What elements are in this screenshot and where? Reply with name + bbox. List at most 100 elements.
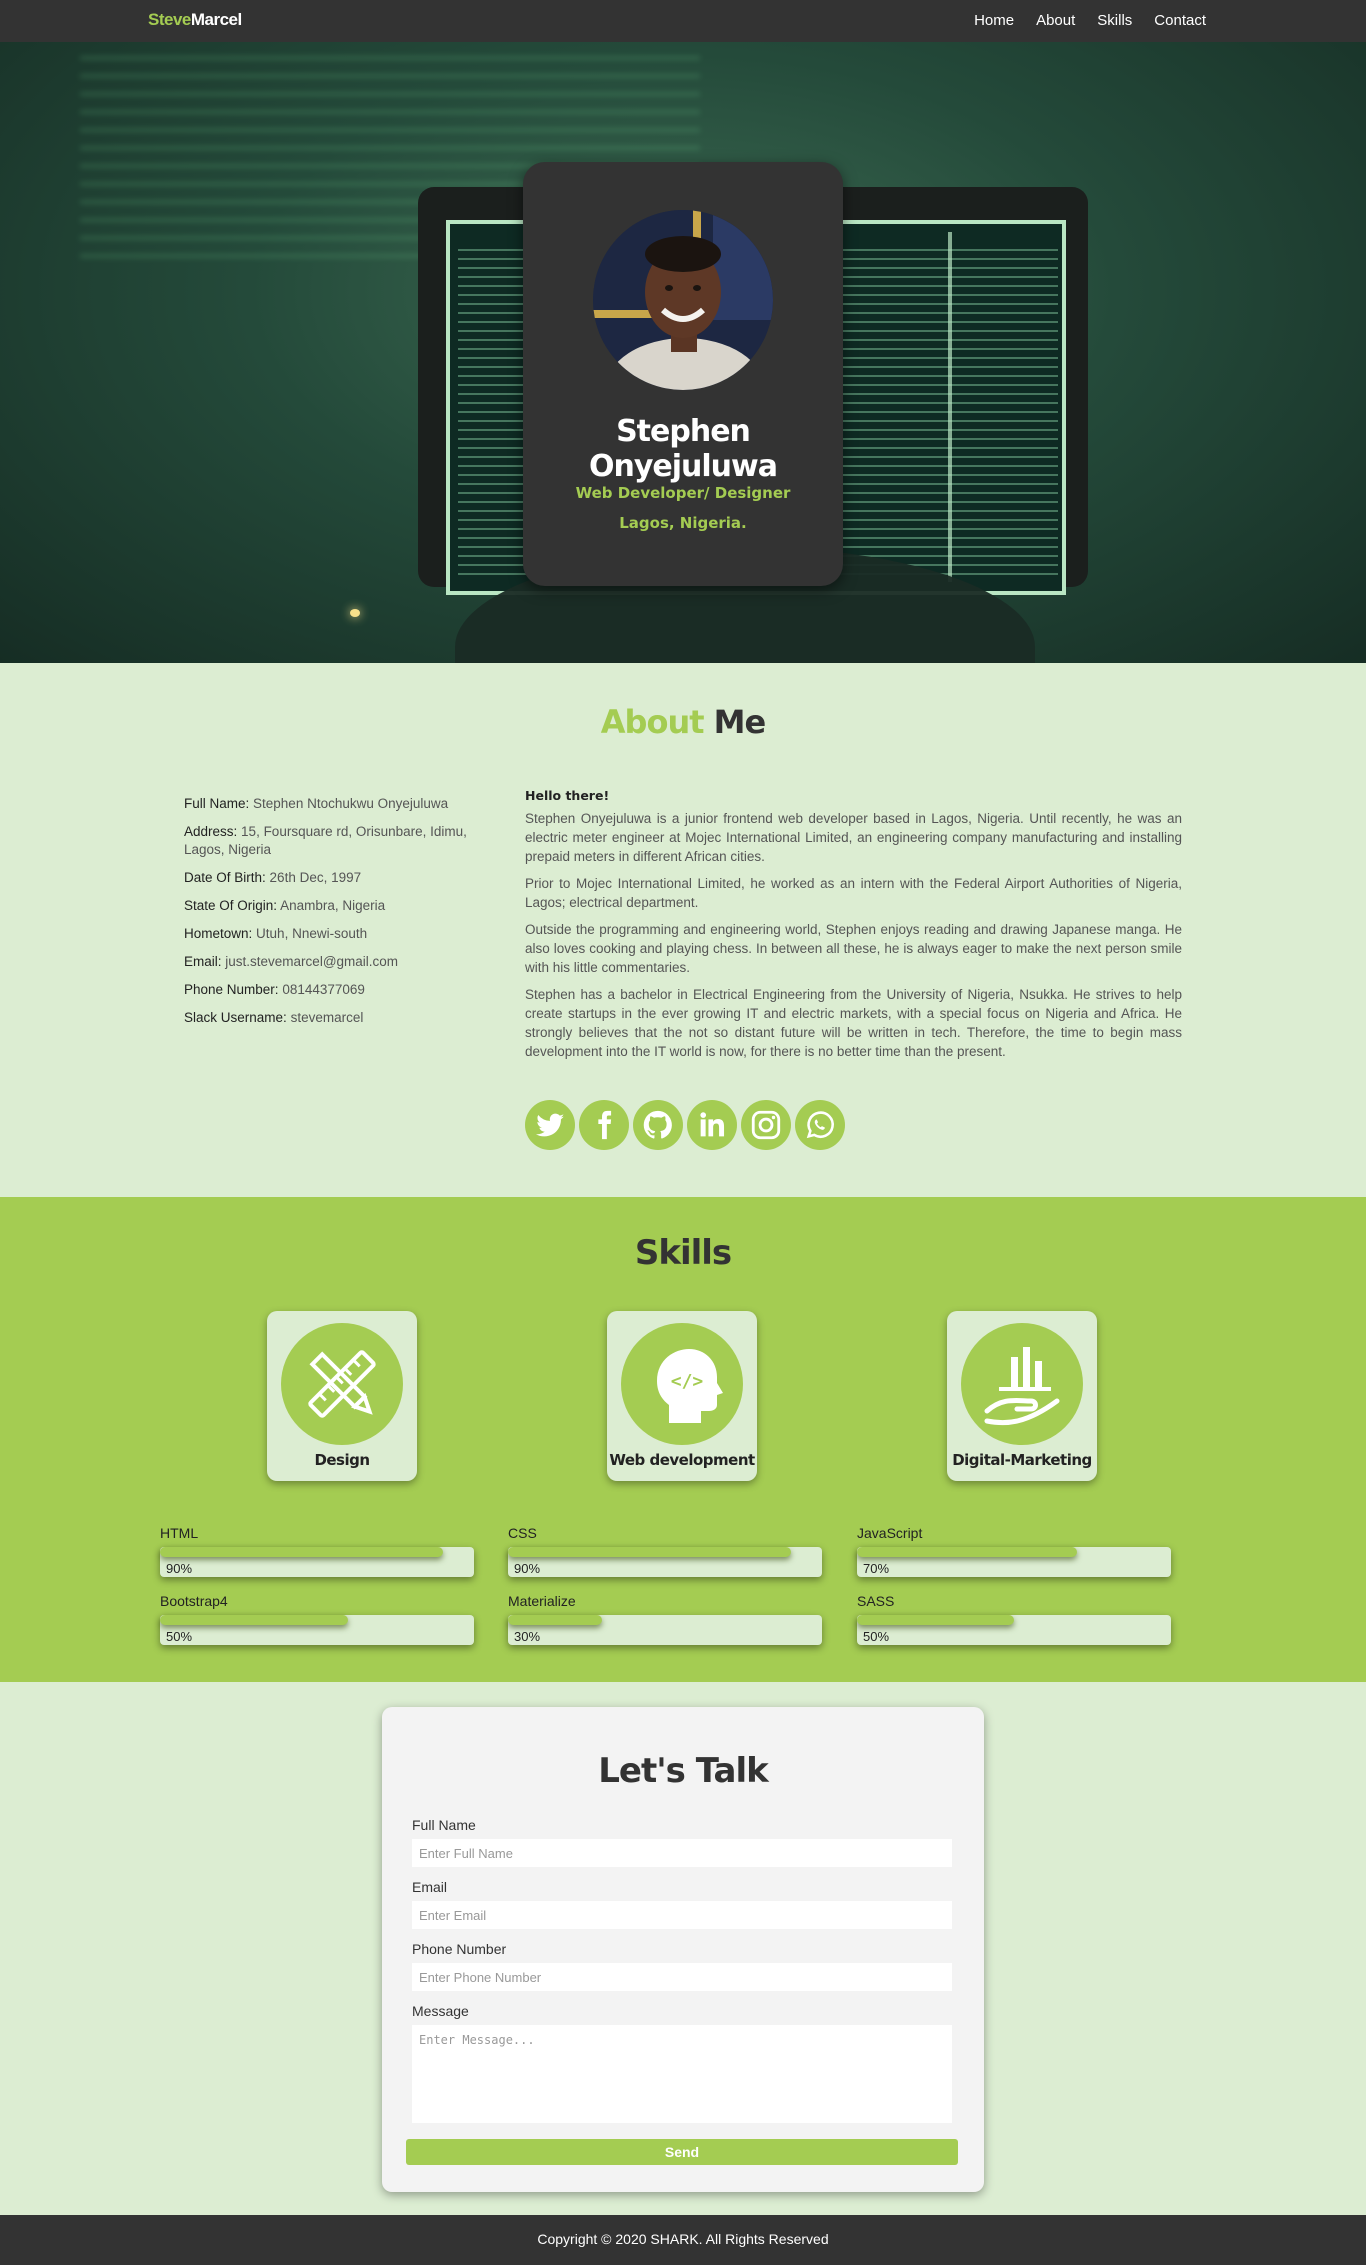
brand-second: Marcel	[190, 10, 242, 29]
skill-bar-name: Materialize	[508, 1593, 576, 1609]
github-icon[interactable]	[633, 1100, 683, 1150]
skill-bar-percent: 50%	[166, 1629, 193, 1644]
detail-row: Date Of Birth: 26th Dec, 1997	[184, 869, 484, 887]
skill-bar-track: 50%	[857, 1615, 1171, 1645]
skill-bar-track: 30%	[508, 1615, 822, 1645]
brand-first: Steve	[148, 10, 191, 29]
detail-value: 08144377069	[282, 982, 365, 997]
detail-key: Slack Username:	[184, 1010, 287, 1025]
about-title-first: About	[600, 703, 705, 741]
bio-paragraph: Stephen has a bachelor in Electrical Eng…	[525, 987, 1182, 1059]
bio-paragraph: Outside the programming and engineering …	[525, 922, 1182, 975]
send-button[interactable]: Send	[406, 2139, 958, 2165]
instagram-icon[interactable]	[741, 1100, 791, 1150]
skill-card-label: Web development	[609, 1451, 755, 1469]
nav-contact-link[interactable]: Contact	[1154, 12, 1206, 29]
personal-details: Full Name: Stephen Ntochukwu Onyejuluwa …	[184, 795, 484, 1037]
page: SteveMarcel Home About Skills Contact St…	[0, 0, 1366, 2265]
bio-paragraph: Stephen Onyejuluwa is a junior frontend …	[525, 811, 1182, 864]
detail-row: State Of Origin: Anambra, Nigeria	[184, 897, 484, 915]
contact-title: Let's Talk	[598, 1751, 768, 1791]
skill-bar-css: CSS 90%	[508, 1525, 822, 1577]
whatsapp-icon[interactable]	[795, 1100, 845, 1150]
skill-bar-fill	[857, 1615, 1014, 1625]
email-input[interactable]	[412, 1901, 952, 1929]
skill-bar-fill	[508, 1615, 603, 1625]
detail-value: 26th Dec, 1997	[269, 870, 362, 885]
skill-bar-fill	[160, 1615, 349, 1625]
full-name-input[interactable]	[412, 1839, 952, 1867]
skill-bar-percent: 50%	[863, 1629, 890, 1644]
detail-key: Hometown:	[184, 926, 253, 941]
email-label: Email	[412, 1879, 448, 1895]
social-links	[525, 1100, 845, 1150]
skill-card-digital-marketing: Digital-Marketing	[947, 1311, 1097, 1481]
detail-row: Hometown: Utuh, Nnewi-south	[184, 925, 484, 943]
skill-bar-percent: 70%	[863, 1561, 890, 1576]
twitter-icon[interactable]	[525, 1100, 575, 1150]
facebook-icon[interactable]	[579, 1100, 629, 1150]
skill-bar-sass: SASS 50%	[857, 1593, 1171, 1645]
skill-bar-percent: 90%	[514, 1561, 541, 1576]
hero-section: Stephen Onyejuluwa Web Developer/ Design…	[0, 42, 1366, 663]
hand-chart-icon	[961, 1323, 1083, 1445]
profile-card: Stephen Onyejuluwa Web Developer/ Design…	[523, 162, 843, 586]
phone-number-input[interactable]	[412, 1963, 952, 1991]
skill-bar-name: SASS	[857, 1593, 895, 1609]
detail-value: Anambra, Nigeria	[280, 898, 386, 913]
detail-value: just.stevemarcel@gmail.com	[225, 954, 399, 969]
brand-logo[interactable]: SteveMarcel	[148, 10, 242, 30]
footer-copyright: Copyright © 2020 SHARK. All Rights Reser…	[537, 2231, 829, 2247]
skill-bar-fill	[508, 1547, 791, 1557]
phone-number-label: Phone Number	[412, 1941, 507, 1957]
skill-bar-track: 50%	[160, 1615, 474, 1645]
linkedin-icon[interactable]	[687, 1100, 737, 1150]
detail-key: Date Of Birth:	[184, 870, 266, 885]
skill-bar-name: Bootstrap4	[160, 1593, 228, 1609]
contact-section: Let's Talk Full Name Email Phone Number …	[0, 1682, 1366, 2215]
detail-row: Phone Number: 08144377069	[184, 981, 484, 999]
about-title: About Me	[0, 703, 1366, 741]
detail-row: Address: 15, Foursquare rd, Orisunbare, …	[184, 823, 484, 859]
skill-card-web-development: </> Web development	[607, 1311, 757, 1481]
detail-key: Full Name:	[184, 796, 250, 811]
navbar: SteveMarcel Home About Skills Contact	[0, 0, 1366, 42]
footer: Copyright © 2020 SHARK. All Rights Reser…	[0, 2215, 1366, 2265]
skill-bar-percent: 30%	[514, 1629, 541, 1644]
profile-role: Web Developer/ Designer	[575, 484, 791, 502]
about-title-second: Me	[713, 703, 767, 741]
bio: Hello there! Stephen Onyejuluwa is a jun…	[525, 786, 1182, 1069]
design-tools-icon	[281, 1323, 403, 1445]
detail-key: Phone Number:	[184, 982, 279, 997]
detail-key: State Of Origin:	[184, 898, 278, 913]
skill-bar-percent: 90%	[166, 1561, 193, 1576]
detail-value: Utuh, Nnewi-south	[256, 926, 368, 941]
skill-bar-fill	[160, 1547, 443, 1557]
svg-text:</>: </>	[671, 1371, 704, 1392]
detail-row: Full Name: Stephen Ntochukwu Onyejuluwa	[184, 795, 484, 813]
full-name-label: Full Name	[412, 1817, 476, 1833]
skill-bar-name: CSS	[508, 1525, 537, 1541]
skill-bar-name: HTML	[160, 1525, 199, 1541]
skills-title: Skills	[634, 1233, 732, 1273]
about-section: About Me Full Name: Stephen Ntochukwu On…	[0, 663, 1366, 1197]
profile-name: Stephen Onyejuluwa	[588, 414, 778, 484]
skill-bar-track: 70%	[857, 1547, 1171, 1577]
skills-section: Skills Design </> Web development Digita…	[0, 1197, 1366, 1682]
nav-about-link[interactable]: About	[1036, 12, 1075, 29]
profile-avatar	[593, 210, 773, 390]
nav-home-link[interactable]: Home	[974, 12, 1014, 29]
profile-location: Lagos, Nigeria.	[619, 514, 747, 532]
bio-greeting: Hello there!	[525, 788, 610, 803]
bio-paragraph: Prior to Mojec International Limited, he…	[525, 876, 1182, 910]
skill-card-label: Digital-Marketing	[952, 1451, 1092, 1469]
profile-photo	[593, 210, 773, 390]
message-textarea[interactable]	[412, 2025, 952, 2123]
skill-bar-html: HTML 90%	[160, 1525, 474, 1577]
skill-bar-fill	[857, 1547, 1077, 1557]
message-label: Message	[412, 2003, 469, 2019]
skill-bar-track: 90%	[508, 1547, 822, 1577]
detail-key: Email:	[184, 954, 222, 969]
nav-skills-link[interactable]: Skills	[1097, 12, 1132, 29]
detail-row: Slack Username: stevemarcel	[184, 1009, 484, 1027]
